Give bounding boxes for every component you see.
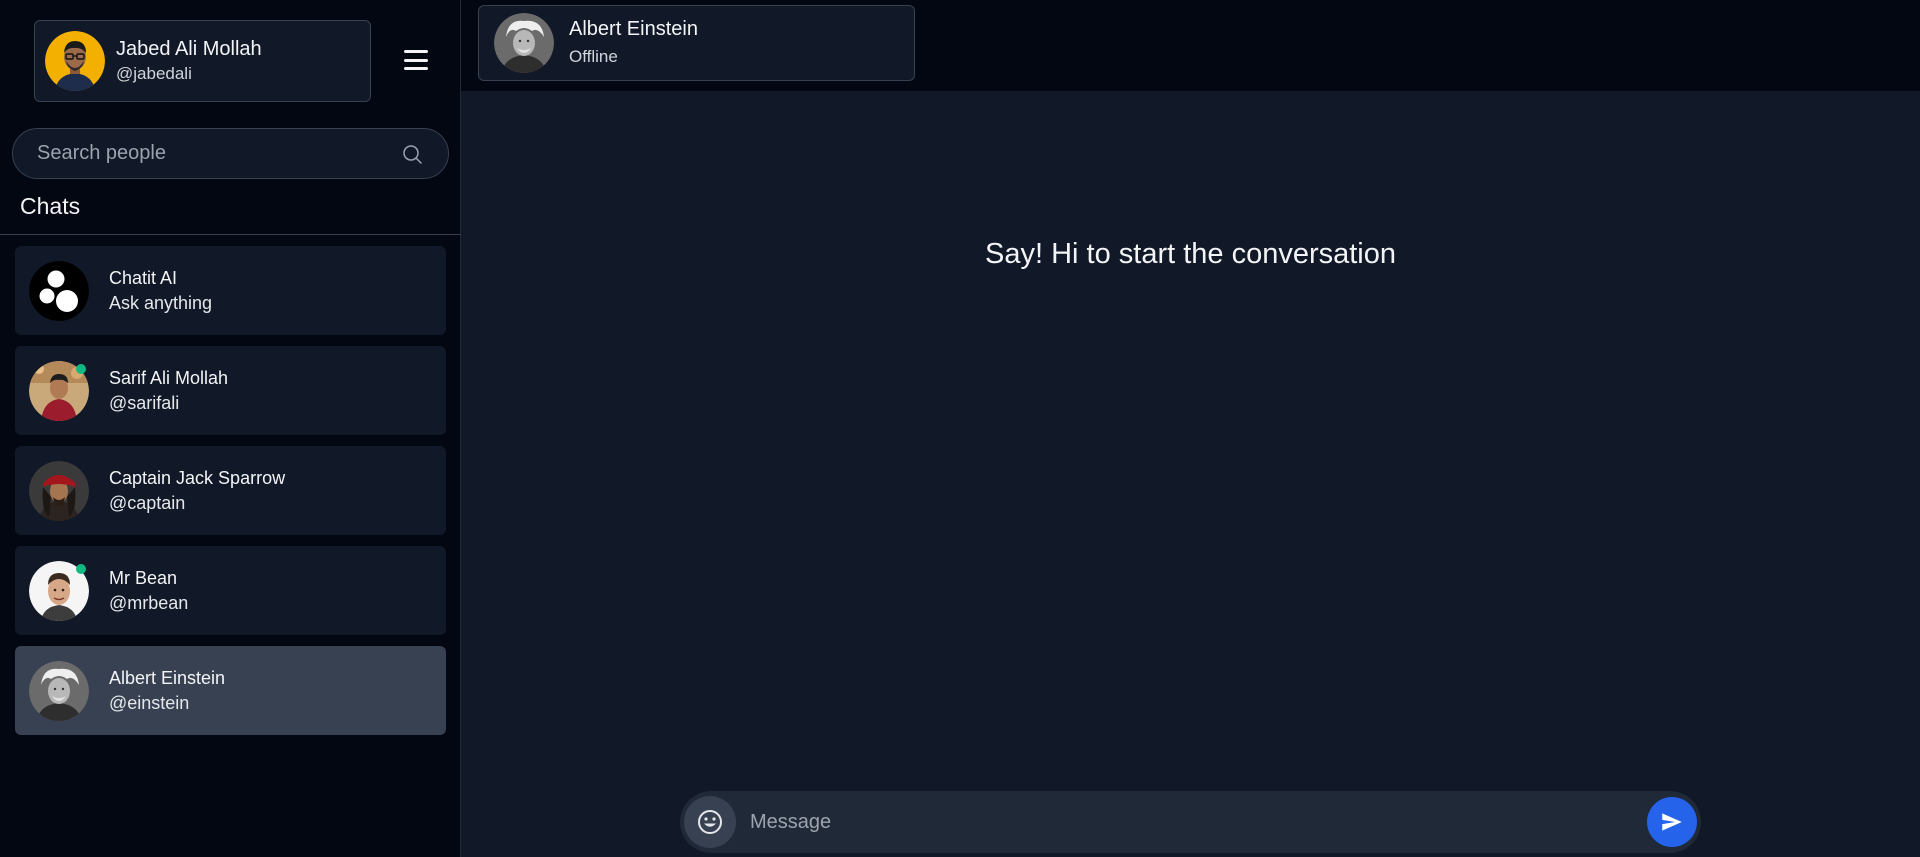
chat-item-name: Albert Einstein bbox=[109, 667, 226, 688]
chat-item-subtitle: @einstein bbox=[109, 692, 190, 713]
chat-item-albert-einstein[interactable]: Albert Einstein @einstein bbox=[15, 646, 446, 735]
contact-avatar bbox=[494, 13, 554, 73]
divider bbox=[0, 234, 461, 235]
chat-item-chatit-ai[interactable]: Chatit AI Ask anything bbox=[15, 246, 446, 335]
message-input[interactable] bbox=[750, 810, 1647, 834]
chat-item-text: Captain Jack Sparrow @captain bbox=[109, 466, 285, 516]
chat-item-name: Mr Bean bbox=[109, 567, 178, 588]
hamburger-menu-icon[interactable] bbox=[400, 46, 432, 74]
chat-item-name: Captain Jack Sparrow bbox=[109, 467, 286, 488]
chat-item-avatar bbox=[29, 460, 89, 521]
chat-item-subtitle: @sarifali bbox=[109, 392, 180, 413]
online-indicator bbox=[76, 563, 86, 574]
chat-item-captain-jack-sparrow[interactable]: Captain Jack Sparrow @captain bbox=[15, 446, 446, 535]
chat-item-name: Chatit AI bbox=[109, 267, 178, 288]
contact-status: Offline bbox=[569, 47, 618, 66]
chat-item-avatar bbox=[29, 560, 89, 621]
chat-item-name: Sarif Ali Mollah bbox=[109, 367, 229, 388]
user-name: Jabed Ali Mollah bbox=[116, 38, 262, 60]
message-composer bbox=[680, 791, 1701, 853]
app: Jabed Ali Mollah @jabedali Chats bbox=[0, 0, 1920, 857]
chat-item-sarif-ali-mollah[interactable]: Sarif Ali Mollah @sarifali bbox=[15, 346, 446, 435]
user-info: Jabed Ali Mollah @jabedali bbox=[116, 36, 262, 86]
chat-list: Chatit AI Ask anything Sarif Ali Mollah … bbox=[15, 246, 446, 746]
send-icon bbox=[1662, 813, 1682, 831]
chat-item-text: Mr Bean @mrbean bbox=[109, 566, 188, 616]
online-indicator bbox=[76, 363, 86, 374]
chat-item-subtitle: @captain bbox=[109, 492, 186, 513]
send-button[interactable] bbox=[1647, 797, 1697, 847]
user-profile-card[interactable]: Jabed Ali Mollah @jabedali bbox=[34, 20, 371, 102]
chat-item-text: Chatit AI Ask anything bbox=[109, 266, 212, 316]
conversation-header: Albert Einstein Offline bbox=[461, 0, 1920, 91]
chat-item-mr-bean[interactable]: Mr Bean @mrbean bbox=[15, 546, 446, 635]
contact-name: Albert Einstein bbox=[569, 18, 698, 40]
conversation-panel: Albert Einstein Offline Say! Hi to start… bbox=[461, 0, 1920, 857]
chats-heading: Chats bbox=[20, 193, 81, 219]
chat-item-avatar bbox=[29, 660, 89, 721]
user-avatar bbox=[45, 31, 105, 91]
search-bar bbox=[12, 128, 449, 179]
chat-item-text: Albert Einstein @einstein bbox=[109, 666, 225, 716]
user-handle: @jabedali bbox=[116, 64, 192, 83]
chat-item-avatar bbox=[29, 360, 89, 421]
search-input[interactable] bbox=[37, 142, 400, 165]
chat-item-text: Sarif Ali Mollah @sarifali bbox=[109, 366, 228, 416]
emoji-button[interactable] bbox=[684, 796, 736, 848]
contact-info: Albert Einstein Offline bbox=[569, 15, 698, 71]
chat-item-subtitle: @mrbean bbox=[109, 592, 189, 613]
emoji-icon bbox=[698, 810, 722, 834]
chat-item-subtitle: Ask anything bbox=[109, 292, 213, 313]
contact-card[interactable]: Albert Einstein Offline bbox=[478, 5, 915, 81]
chatit-logo-icon bbox=[29, 260, 89, 321]
sidebar: Jabed Ali Mollah @jabedali Chats bbox=[0, 0, 461, 857]
search-icon[interactable] bbox=[400, 142, 424, 166]
empty-conversation-message: Say! Hi to start the conversation bbox=[984, 238, 1397, 270]
